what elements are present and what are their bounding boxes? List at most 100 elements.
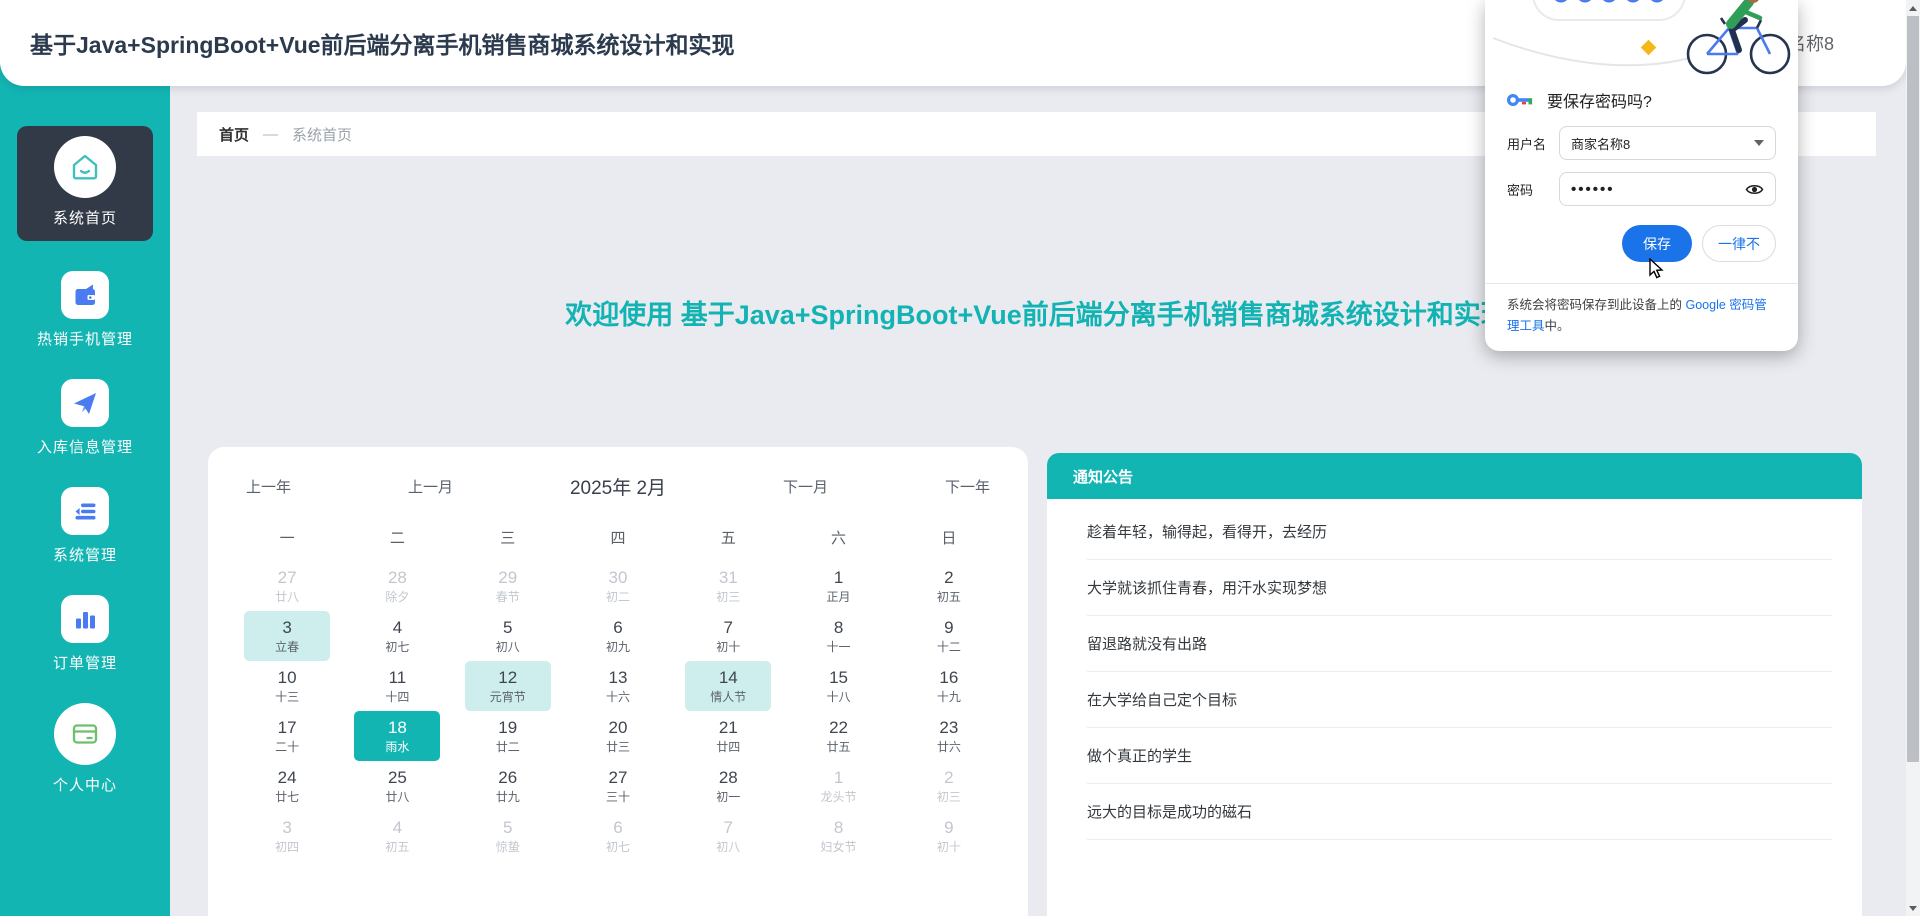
screen: 系统首页 热销手机管理 入库信息管理 系统管理 订单管理 个人中心 首页 — 系统首页 欢… [0,0,1920,916]
calendar-day[interactable]: 14 情人节 [685,661,772,711]
calendar-day[interactable]: 31 初三 [685,561,771,611]
calendar-day[interactable]: 24 廿七 [244,761,330,811]
dialog-header: 要保存密码吗? [1485,78,1798,114]
calendar-day[interactable]: 10 十三 [244,661,330,711]
notice-item[interactable]: 大学就该抓住青春，用汗水实现梦想 [1087,560,1832,616]
calendar-day[interactable]: 17 二十 [244,711,330,761]
chevron-down-icon [1754,140,1764,146]
sidebar-item-5[interactable]: 订单管理 [0,595,170,673]
calendar-day[interactable]: 7 初十 [685,611,771,661]
calendar-day[interactable]: 1 龙头节 [796,761,882,811]
scroll-up-arrow-icon[interactable] [1906,0,1920,16]
calendar-day[interactable]: 4 初七 [354,611,440,661]
prev-year-button[interactable]: 上一年 [246,476,291,497]
calendar-day[interactable]: 26 廿九 [465,761,551,811]
notice-item[interactable]: 做个真正的学生 [1087,728,1832,784]
breadcrumb-separator: — [263,125,279,143]
breadcrumb-current: 系统首页 [292,126,353,144]
calendar-day[interactable]: 20 廿三 [575,711,661,761]
calendar-day[interactable]: 29 春节 [465,561,551,611]
username-row: 用户名 商家名称8 [1485,114,1798,160]
day-number: 15 [829,668,849,688]
sidebar-item-1[interactable]: 系统首页 [17,126,153,241]
save-password-button[interactable]: 保存 [1622,225,1692,262]
scrollbar-thumb[interactable] [1907,16,1919,762]
sidebar-item-2[interactable]: 热销手机管理 [0,271,170,349]
day-lunar-label: 初八 [495,639,520,654]
scroll-down-arrow-icon[interactable] [1906,900,1920,916]
calendar-day[interactable]: 6 初七 [575,811,661,861]
calendar-day[interactable]: 8 妇女节 [796,811,882,861]
sidebar-item-6[interactable]: 个人中心 [0,703,170,795]
calendar-day[interactable]: 2 初三 [906,761,992,811]
notice-item[interactable]: 趁着年轻，输得起，看得开，去经历 [1087,504,1832,560]
prev-month-button[interactable]: 上一月 [408,476,453,497]
notice-item[interactable]: 在大学给自己定个目标 [1087,672,1832,728]
password-illustration [1485,0,1798,78]
calendar-day[interactable]: 22 廿五 [796,711,882,761]
password-field[interactable]: •••••• [1559,172,1776,206]
weekday-label: 六 [831,530,847,547]
calendar-day[interactable]: 19 廿二 [465,711,551,761]
calendar-day[interactable]: 4 初五 [354,811,440,861]
day-number: 10 [277,668,297,688]
sidebar-item-4[interactable]: 系统管理 [0,487,170,565]
calendar-day[interactable]: 3 初四 [244,811,330,861]
breadcrumb-home[interactable]: 首页 [219,124,249,145]
day-number: 9 [944,818,954,838]
day-lunar-label: 初一 [716,789,741,804]
day-lunar-label: 初十 [936,839,961,854]
calendar-day[interactable]: 1 正月 [796,561,882,611]
calendar-day[interactable]: 5 初八 [465,611,551,661]
calendar-day[interactable]: 9 初十 [906,811,992,861]
calendar-day[interactable]: 27 三十 [575,761,661,811]
never-save-button[interactable]: 一律不 [1702,225,1776,262]
footer-text-suffix: 中。 [1544,318,1570,333]
sidebar-item-label: 热销手机管理 [36,331,133,348]
calendar-day[interactable]: 2 初五 [906,561,992,611]
app-title: 基于Java+SpringBoot+Vue前后端分离手机销售商城系统设计和实现 [30,32,735,58]
page-scrollbar[interactable] [1906,0,1920,916]
day-number: 7 [723,618,734,638]
notice-list: 趁着年轻，输得起，看得开，去经历 大学就该抓住青春，用汗水实现梦想 留退路就没有出路… [1047,499,1862,840]
calendar-day[interactable]: 28 除夕 [354,561,440,611]
show-password-eye-icon[interactable] [1745,183,1764,196]
calendar-day[interactable]: 6 初九 [575,611,661,661]
username-value: 商家名称8 [1571,136,1631,152]
calendar-day[interactable]: 8 十一 [796,611,882,661]
sidebar-item-3[interactable]: 入库信息管理 [0,379,170,457]
calendar-day[interactable]: 27 廿八 [244,561,330,611]
calendar-day[interactable]: 13 十六 [575,661,661,711]
sidebar-item-label: 系统首页 [52,210,117,227]
notice-item[interactable]: 留退路就没有出路 [1087,616,1832,672]
calendar-day[interactable]: 21 廿四 [685,711,771,761]
calendar-day[interactable]: 12 元宵节 [464,661,551,711]
calendar-day[interactable]: 25 廿八 [354,761,440,811]
next-year-button[interactable]: 下一年 [945,476,990,497]
calendar-day[interactable]: 11 十四 [354,661,440,711]
calendar-day[interactable]: 30 初二 [575,561,661,611]
calendar-day[interactable]: 28 初一 [685,761,771,811]
calendar-weekday-row: 一二三四五六日 [232,527,1004,548]
calendar-day[interactable]: 7 初八 [685,811,771,861]
calendar-day[interactable]: 18 雨水 [354,711,441,761]
day-lunar-label: 二十 [275,739,300,754]
calendar-panel: 上一年 上一月 2025年 2月 下一月 下一年 一二三四五六日 27 廿八 28 除… [208,447,1028,916]
day-lunar-label: 十九 [936,689,961,704]
day-lunar-label: 廿三 [605,739,630,754]
calendar-day[interactable]: 9 十二 [906,611,992,661]
calendar-day[interactable]: 23 廿六 [906,711,992,761]
calendar-day[interactable]: 15 十八 [796,661,882,711]
next-month-button[interactable]: 下一月 [783,476,828,497]
notice-item[interactable]: 远大的目标是成功的磁石 [1087,784,1832,840]
username-select[interactable]: 商家名称8 [1559,126,1776,160]
day-lunar-label: 龙头节 [820,789,857,804]
calendar-day[interactable]: 16 十九 [906,661,992,711]
day-number: 1 [833,568,844,588]
dialog-title: 要保存密码吗? [1547,94,1652,111]
day-number: 4 [392,618,403,638]
calendar-day[interactable]: 5 惊蛰 [465,811,551,861]
calendar-day[interactable]: 3 立春 [244,611,331,661]
day-lunar-label: 妇女节 [820,839,857,854]
day-number: 27 [608,768,628,788]
